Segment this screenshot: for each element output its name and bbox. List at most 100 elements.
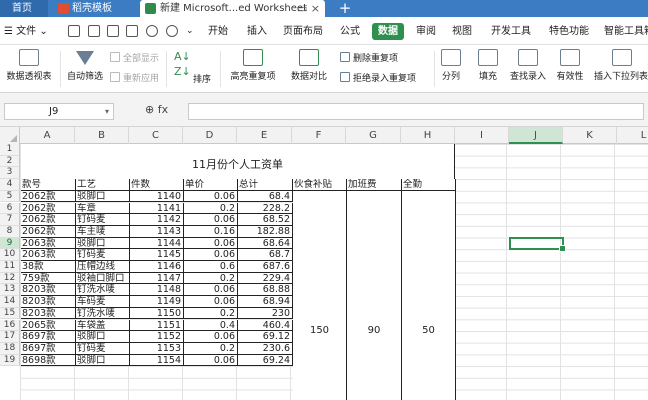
header-cell-d[interactable]: 单价 — [184, 179, 238, 191]
table-cell[interactable]: 759款 — [21, 272, 76, 285]
table-cell[interactable]: 68.94 — [238, 296, 293, 308]
table-cell[interactable]: 2063款 — [21, 249, 76, 261]
row-header-8[interactable]: 8 — [0, 225, 20, 238]
row-header-16[interactable]: 16 — [0, 319, 20, 332]
table-cell[interactable]: 1151 — [130, 319, 184, 332]
sort-descending-icon[interactable]: Z↓ — [174, 65, 191, 78]
header-cell-g[interactable]: 加班费 — [347, 179, 402, 191]
table-cell[interactable]: 车袋盖 — [76, 319, 130, 332]
table-cell[interactable]: 1149 — [130, 296, 184, 308]
row-header-11[interactable]: 11 — [0, 261, 20, 273]
close-tab-icon[interactable]: ▭ × — [297, 0, 320, 17]
table-cell[interactable]: 驳脚口 — [76, 331, 130, 343]
table-cell[interactable]: 0.06 — [184, 190, 238, 203]
table-cell[interactable]: 0.06 — [184, 284, 238, 297]
overtime-cell[interactable]: 90 — [347, 190, 402, 400]
formula-input[interactable] — [188, 103, 644, 120]
table-cell[interactable]: 1146 — [130, 261, 184, 273]
table-cell[interactable]: 驳袖口脚口 — [76, 272, 130, 285]
row-header-2[interactable]: 2 — [0, 155, 20, 168]
table-cell[interactable]: 0.06 — [184, 249, 238, 261]
lookup-entry-button[interactable]: 查找录入 — [507, 45, 549, 82]
table-cell[interactable]: 68.4 — [238, 190, 293, 203]
table-cell[interactable]: 8698款 — [21, 354, 76, 367]
tab-view[interactable]: 视图 — [448, 23, 476, 40]
autofilter-button[interactable]: 自动筛选 — [64, 45, 106, 82]
row-header-13[interactable]: 13 — [0, 284, 20, 297]
column-header-d[interactable]: D — [183, 127, 237, 144]
table-cell[interactable]: 0.06 — [184, 214, 238, 226]
table-cell[interactable]: 69.24 — [238, 354, 293, 367]
tab-page-layout[interactable]: 页面布局 — [281, 23, 325, 40]
column-header-h[interactable]: H — [401, 127, 455, 144]
table-cell[interactable]: 钉码麦 — [76, 249, 130, 261]
table-cell[interactable]: 0.06 — [184, 354, 238, 367]
table-cell[interactable]: 229.4 — [238, 272, 293, 285]
row-header-17[interactable]: 17 — [0, 331, 20, 343]
table-cell[interactable]: 1152 — [130, 331, 184, 343]
table-cell[interactable]: 2063款 — [21, 237, 76, 250]
tab-home[interactable]: 首页 — [0, 0, 48, 17]
table-cell[interactable]: 1141 — [130, 202, 184, 215]
table-cell[interactable]: 车章 — [76, 202, 130, 215]
table-cell[interactable]: 8203款 — [21, 284, 76, 297]
table-cell[interactable]: 1145 — [130, 249, 184, 261]
sort-button[interactable]: 排序 — [193, 72, 211, 85]
tab-review[interactable]: 审阅 — [412, 23, 440, 40]
table-cell[interactable]: 687.6 — [238, 261, 293, 273]
new-tab-button[interactable]: + — [335, 0, 355, 17]
table-cell[interactable]: 2062款 — [21, 190, 76, 203]
table-cell[interactable]: 1150 — [130, 307, 184, 320]
table-cell[interactable]: 0.2 — [184, 342, 238, 355]
insert-dropdown-button[interactable]: 插入下拉列表 — [594, 45, 648, 82]
save-icon[interactable] — [68, 25, 80, 37]
name-box[interactable]: J9 ▾ — [4, 103, 114, 120]
table-cell[interactable]: 压帽边线 — [76, 261, 130, 273]
table-cell[interactable]: 2062款 — [21, 202, 76, 215]
reject-duplicates-button[interactable]: 拒绝录入重复项 — [340, 71, 416, 84]
print-icon[interactable] — [107, 25, 119, 37]
table-cell[interactable]: 68.64 — [238, 237, 293, 250]
table-cell[interactable]: 8697款 — [21, 331, 76, 343]
table-cell[interactable]: 1153 — [130, 342, 184, 355]
tab-smart-toolbox[interactable]: 智能工具箱 — [604, 23, 648, 40]
show-all-button[interactable]: 全部显示 — [110, 51, 159, 64]
table-cell[interactable]: 68.52 — [238, 214, 293, 226]
header-cell-b[interactable]: 工艺 — [76, 179, 130, 191]
table-cell[interactable]: 8697款 — [21, 342, 76, 355]
column-header-c[interactable]: C — [129, 127, 183, 144]
table-cell[interactable]: 1144 — [130, 237, 184, 250]
table-cell[interactable]: 230 — [238, 307, 293, 320]
active-cell-selection[interactable] — [509, 236, 566, 252]
table-cell[interactable]: 0.6 — [184, 261, 238, 273]
column-header-k[interactable]: K — [563, 127, 617, 144]
tab-features[interactable]: 特色功能 — [546, 23, 592, 40]
row-header-14[interactable]: 14 — [0, 296, 20, 308]
table-cell[interactable]: 0.2 — [184, 202, 238, 215]
table-cell[interactable]: 驳脚口 — [76, 237, 130, 250]
table-cell[interactable]: 1154 — [130, 354, 184, 367]
tab-document[interactable]: 新建 Microsoft...ed Worksheet ▭ × — [140, 0, 325, 17]
table-cell[interactable]: 460.4 — [238, 319, 293, 332]
table-cell[interactable]: 182.88 — [238, 225, 293, 238]
table-cell[interactable]: 驳脚口 — [76, 190, 130, 203]
table-cell[interactable]: 2062款 — [21, 214, 76, 226]
table-cell[interactable]: 69.12 — [238, 331, 293, 343]
table-cell[interactable]: 1148 — [130, 284, 184, 297]
header-cell-c[interactable]: 件数 — [130, 179, 184, 191]
pivot-table-button[interactable]: 数据透视表 — [3, 45, 55, 82]
row-header-4[interactable]: 4 — [0, 179, 20, 191]
row-header-6[interactable]: 6 — [0, 202, 20, 215]
tab-insert[interactable]: 插入 — [243, 23, 271, 40]
data-validation-button[interactable]: 有效性 — [552, 45, 588, 82]
table-cell[interactable]: 钉洗水唛 — [76, 284, 130, 297]
header-cell-e[interactable]: 总计 — [238, 179, 293, 191]
table-cell[interactable]: 车主唛 — [76, 225, 130, 238]
redo-icon[interactable] — [166, 25, 178, 37]
print-preview-icon[interactable] — [126, 25, 138, 37]
undo-icon[interactable] — [146, 25, 158, 37]
table-cell[interactable]: 钉码麦 — [76, 342, 130, 355]
highlight-duplicates-button[interactable]: 高亮重复项 — [226, 45, 280, 82]
chevron-down-icon[interactable]: ⌄ — [186, 25, 198, 37]
table-cell[interactable]: 1142 — [130, 214, 184, 226]
